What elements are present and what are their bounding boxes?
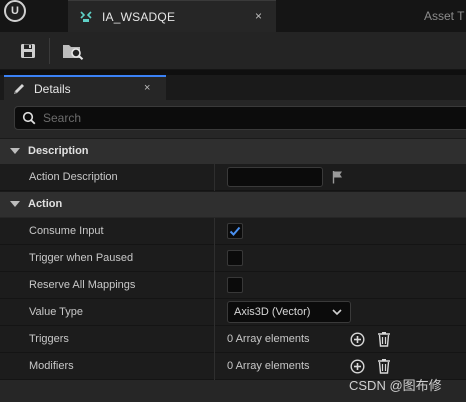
property-name: Triggers xyxy=(29,333,69,345)
unreal-logo-glyph: U xyxy=(11,5,19,17)
browse-in-content-browser-icon xyxy=(63,45,84,60)
column-divider[interactable] xyxy=(214,326,215,353)
browse-button[interactable] xyxy=(59,37,87,65)
unreal-logo-icon[interactable]: U xyxy=(4,0,26,22)
column-divider[interactable] xyxy=(214,218,215,245)
category-action[interactable]: Action xyxy=(0,191,466,217)
property-row-trigger-when-paused: Trigger when Paused xyxy=(0,245,466,272)
property-row-reserve-all-mappings: Reserve All Mappings xyxy=(0,272,466,299)
pencil-icon xyxy=(14,84,24,94)
title-bar: U IA_WSADQE × Asset T xyxy=(0,0,466,32)
value-type-dropdown[interactable]: Axis3D (Vector) xyxy=(227,301,351,323)
chevron-down-icon xyxy=(332,309,342,316)
toolbar xyxy=(0,32,466,70)
details-tab-label: Details xyxy=(34,82,71,96)
reserve-all-mappings-checkbox[interactable] xyxy=(227,277,243,293)
search-input[interactable] xyxy=(41,109,461,127)
tab-details[interactable]: Details × xyxy=(4,75,166,100)
property-name: Reserve All Mappings xyxy=(29,279,136,291)
property-name: Modifiers xyxy=(29,360,74,372)
consume-input-checkbox[interactable] xyxy=(227,223,243,239)
trigger-when-paused-checkbox[interactable] xyxy=(227,250,243,266)
save-button[interactable] xyxy=(14,37,42,65)
property-row-consume-input: Consume Input xyxy=(0,218,466,245)
search-box[interactable] xyxy=(14,106,466,130)
details-header: Details × xyxy=(0,75,466,100)
property-name: Trigger when Paused xyxy=(29,252,134,264)
toolbar-separator xyxy=(49,38,50,64)
category-description[interactable]: Description xyxy=(0,138,466,164)
column-divider[interactable] xyxy=(214,353,215,380)
asset-trailing-tab[interactable]: Asset T xyxy=(424,9,464,23)
property-row-triggers: Triggers 0 Array elements xyxy=(0,326,466,353)
column-divider[interactable] xyxy=(214,164,215,191)
close-icon[interactable]: × xyxy=(255,9,262,23)
input-action-icon xyxy=(80,11,92,22)
column-divider[interactable] xyxy=(214,299,215,326)
property-name: Value Type xyxy=(29,306,84,318)
add-element-icon[interactable] xyxy=(350,332,365,347)
property-name: Action Description xyxy=(29,171,118,183)
category-label: Action xyxy=(28,198,63,210)
asset-tab-label: IA_WSADQE xyxy=(102,10,176,24)
chevron-down-icon xyxy=(10,201,20,207)
watermark-text: CSDN @图布修 xyxy=(349,378,442,393)
flag-icon[interactable] xyxy=(331,170,345,184)
search-icon xyxy=(22,111,36,125)
modifiers-count: 0 Array elements xyxy=(227,360,310,372)
trash-icon[interactable] xyxy=(377,358,391,374)
checkmark-icon xyxy=(229,226,241,236)
asset-tab[interactable]: IA_WSADQE × xyxy=(68,0,276,32)
property-row-value-type: Value Type Axis3D (Vector) xyxy=(0,299,466,326)
save-icon xyxy=(21,44,35,58)
add-element-icon[interactable] xyxy=(350,359,365,374)
chevron-down-icon xyxy=(10,148,20,154)
action-description-field[interactable] xyxy=(227,167,323,187)
close-icon[interactable]: × xyxy=(144,82,150,94)
triggers-count: 0 Array elements xyxy=(227,333,310,345)
trash-icon[interactable] xyxy=(377,331,391,347)
property-name: Consume Input xyxy=(29,225,104,237)
value-type-selected: Axis3D (Vector) xyxy=(234,306,311,318)
category-label: Description xyxy=(28,145,89,157)
property-row-action-description: Action Description xyxy=(0,164,466,191)
column-divider[interactable] xyxy=(214,245,215,272)
column-divider[interactable] xyxy=(214,272,215,299)
